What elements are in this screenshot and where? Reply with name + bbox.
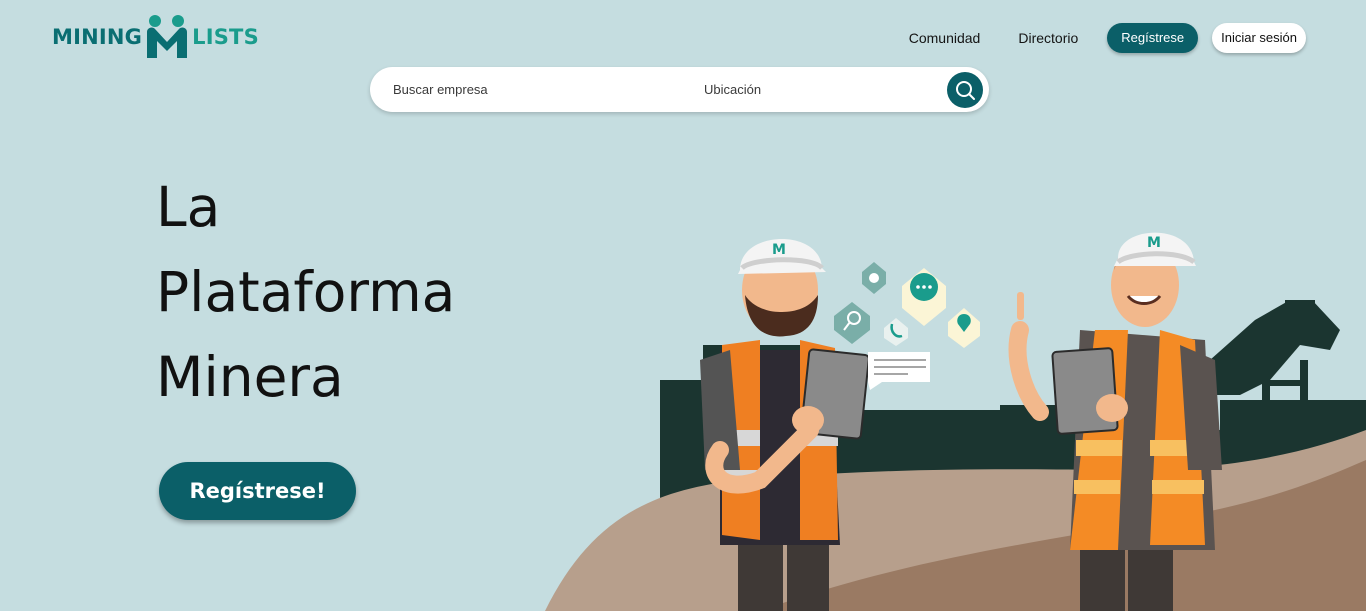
hero-register-button[interactable]: Regístrese! [159,462,356,520]
nav-link-comunidad[interactable]: Comunidad [909,23,981,53]
svg-text:M: M [772,242,786,258]
hero-title-line-3: Minera [156,345,344,409]
search-button[interactable] [947,72,983,108]
nav-link-directorio[interactable]: Directorio [1018,23,1078,53]
top-nav: Comunidad Directorio Regístrese Iniciar … [909,23,1306,53]
search-bar [370,67,989,112]
hero-title-line-1: La [156,175,221,239]
floating-icons [834,262,980,390]
svg-text:M: M [1147,235,1161,251]
ground-hill [545,430,1366,611]
ground-front [760,460,1366,611]
company-search-input[interactable] [393,67,673,112]
worker-left: M [700,238,870,611]
logo-text-right: LISTS [192,25,259,49]
hero-title: La Plataforma Minera [156,165,455,420]
location-input[interactable] [704,67,934,112]
worker-right: M [1008,232,1222,611]
brand-logo[interactable]: MINING LISTS [52,14,259,60]
logo-text-left: MINING [52,25,143,49]
logo-mark-icon [147,15,188,58]
search-icon [956,81,975,100]
register-button[interactable]: Regístrese [1107,23,1199,53]
hero-title-line-2: Plataforma [156,260,456,324]
login-button[interactable]: Iniciar sesión [1212,23,1306,53]
mine-silhouette [660,300,1366,510]
